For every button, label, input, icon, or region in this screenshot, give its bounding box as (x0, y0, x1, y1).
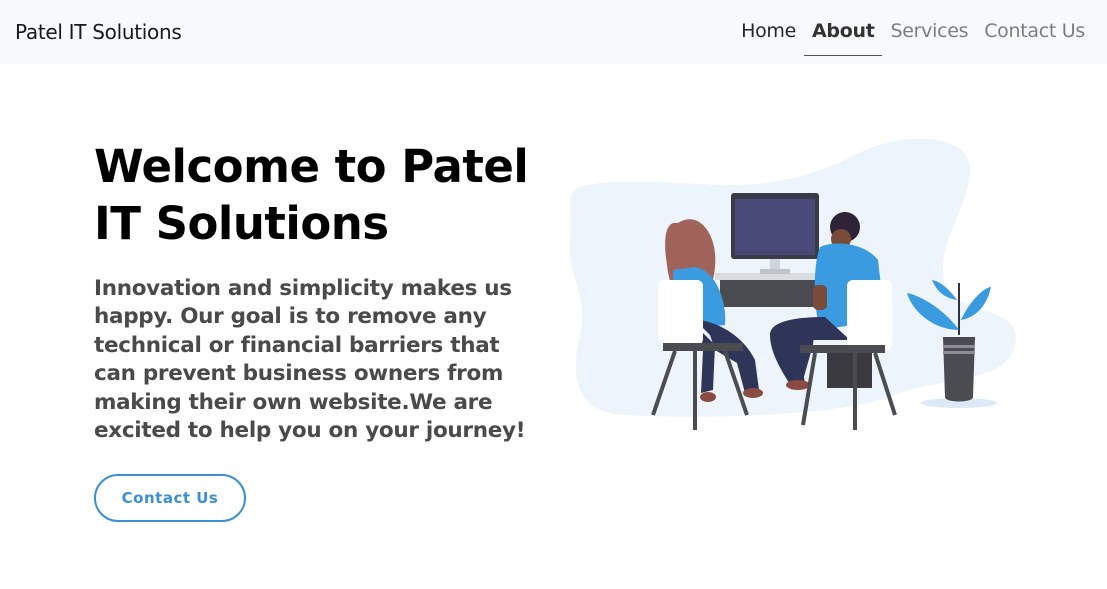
chair-left (658, 280, 703, 345)
nav-link-services[interactable]: Services (882, 20, 976, 56)
hero-title: Welcome to Patel IT Solutions (94, 140, 529, 250)
people-working-at-computer-illustration (569, 138, 1016, 430)
nav-links: Home About Services Contact Us (733, 20, 1093, 56)
contact-us-button[interactable]: Contact Us (94, 474, 246, 522)
navbar: Patel IT Solutions Home About Services C… (0, 0, 1107, 64)
nav-link-home[interactable]: Home (733, 20, 804, 56)
brand-logo-text[interactable]: Patel IT Solutions (15, 20, 182, 44)
hero-description: Innovation and simplicity makes us happy… (94, 276, 526, 444)
nav-link-contact[interactable]: Contact Us (976, 20, 1093, 56)
nav-link-about[interactable]: About (804, 20, 883, 56)
chair-right (847, 280, 892, 350)
